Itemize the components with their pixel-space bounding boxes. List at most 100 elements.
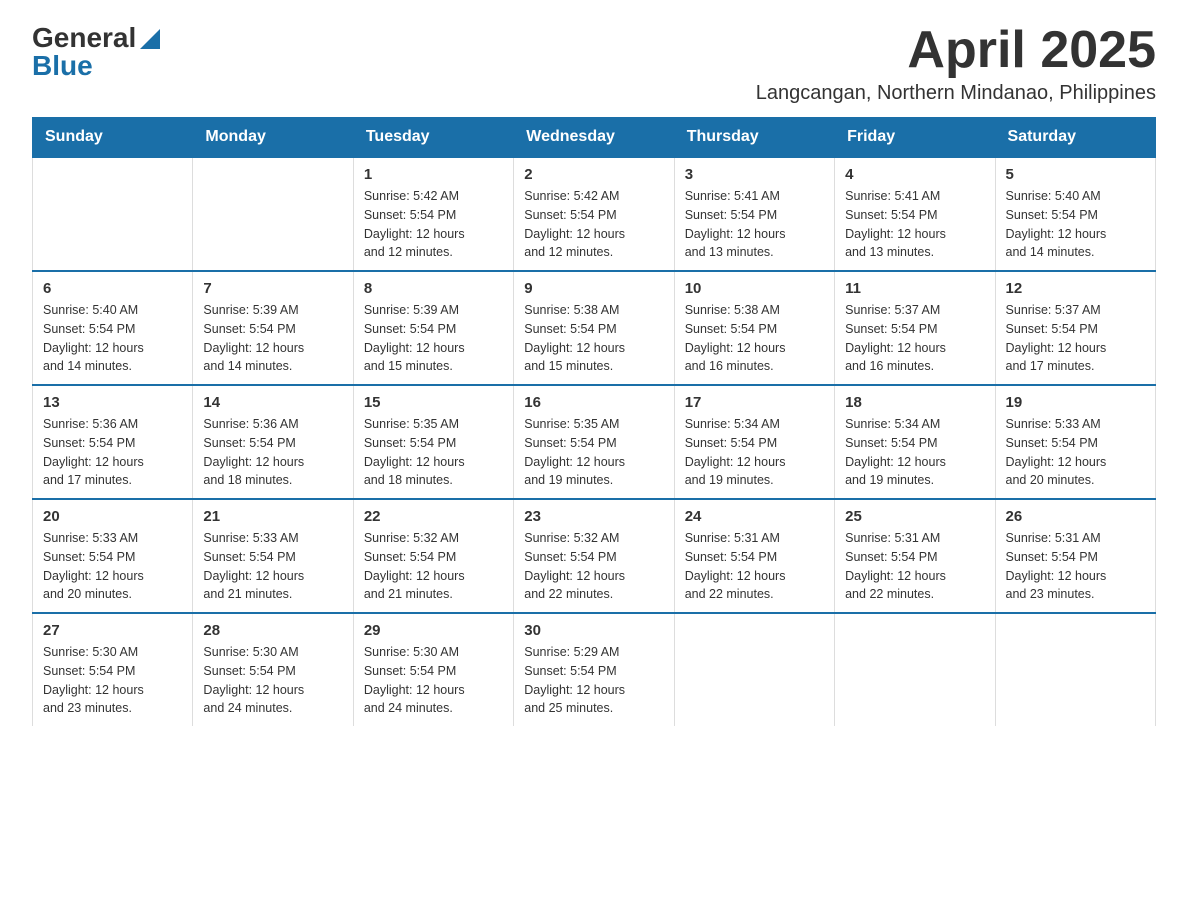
day-number: 20 xyxy=(43,508,182,525)
calendar-cell: 26 Sunrise: 5:31 AM Sunset: 5:54 PM Dayli… xyxy=(995,499,1155,613)
day-number: 1 xyxy=(364,166,503,183)
calendar-cell: 21 Sunrise: 5:33 AM Sunset: 5:54 PM Dayli… xyxy=(193,499,353,613)
day-info: Sunrise: 5:30 AM Sunset: 5:54 PM Dayligh… xyxy=(364,643,503,718)
title-area: April 2025 Langcangan, Northern Mindanao… xyxy=(756,24,1156,105)
day-info: Sunrise: 5:36 AM Sunset: 5:54 PM Dayligh… xyxy=(203,415,342,490)
day-number: 2 xyxy=(524,166,663,183)
day-number: 26 xyxy=(1006,508,1145,525)
calendar-cell: 16 Sunrise: 5:35 AM Sunset: 5:54 PM Dayli… xyxy=(514,385,674,499)
day-info: Sunrise: 5:39 AM Sunset: 5:54 PM Dayligh… xyxy=(203,301,342,376)
calendar-table: SundayMondayTuesdayWednesdayThursdayFrid… xyxy=(32,117,1156,726)
month-title: April 2025 xyxy=(756,24,1156,76)
day-number: 27 xyxy=(43,622,182,639)
day-info: Sunrise: 5:35 AM Sunset: 5:54 PM Dayligh… xyxy=(524,415,663,490)
header-day-thursday: Thursday xyxy=(674,118,834,158)
week-row-4: 20 Sunrise: 5:33 AM Sunset: 5:54 PM Dayli… xyxy=(33,499,1156,613)
week-row-1: 1 Sunrise: 5:42 AM Sunset: 5:54 PM Daylig… xyxy=(33,157,1156,271)
day-number: 17 xyxy=(685,394,824,411)
day-number: 16 xyxy=(524,394,663,411)
day-number: 21 xyxy=(203,508,342,525)
day-number: 23 xyxy=(524,508,663,525)
day-info: Sunrise: 5:29 AM Sunset: 5:54 PM Dayligh… xyxy=(524,643,663,718)
day-info: Sunrise: 5:31 AM Sunset: 5:54 PM Dayligh… xyxy=(1006,529,1145,604)
day-info: Sunrise: 5:31 AM Sunset: 5:54 PM Dayligh… xyxy=(685,529,824,604)
logo-blue-text: Blue xyxy=(32,52,93,80)
day-info: Sunrise: 5:41 AM Sunset: 5:54 PM Dayligh… xyxy=(845,187,984,262)
calendar-cell: 19 Sunrise: 5:33 AM Sunset: 5:54 PM Dayli… xyxy=(995,385,1155,499)
calendar-cell: 23 Sunrise: 5:32 AM Sunset: 5:54 PM Dayli… xyxy=(514,499,674,613)
day-info: Sunrise: 5:38 AM Sunset: 5:54 PM Dayligh… xyxy=(685,301,824,376)
week-row-5: 27 Sunrise: 5:30 AM Sunset: 5:54 PM Dayli… xyxy=(33,613,1156,726)
calendar-cell: 8Sunrise: 5:39 AM Sunset: 5:54 PM Daylig… xyxy=(353,271,513,385)
calendar-cell xyxy=(33,157,193,271)
day-number: 15 xyxy=(364,394,503,411)
day-info: Sunrise: 5:30 AM Sunset: 5:54 PM Dayligh… xyxy=(43,643,182,718)
day-number: 19 xyxy=(1006,394,1145,411)
calendar-cell: 27 Sunrise: 5:30 AM Sunset: 5:54 PM Dayli… xyxy=(33,613,193,726)
day-info: Sunrise: 5:36 AM Sunset: 5:54 PM Dayligh… xyxy=(43,415,182,490)
day-number: 14 xyxy=(203,394,342,411)
week-row-2: 6 Sunrise: 5:40 AM Sunset: 5:54 PM Daylig… xyxy=(33,271,1156,385)
day-info: Sunrise: 5:34 AM Sunset: 5:54 PM Dayligh… xyxy=(845,415,984,490)
day-number: 11 xyxy=(845,280,984,297)
calendar-cell: 1 Sunrise: 5:42 AM Sunset: 5:54 PM Daylig… xyxy=(353,157,513,271)
calendar-cell: 24Sunrise: 5:31 AM Sunset: 5:54 PM Dayli… xyxy=(674,499,834,613)
header-day-saturday: Saturday xyxy=(995,118,1155,158)
calendar-cell xyxy=(674,613,834,726)
calendar-cell: 12 Sunrise: 5:37 AM Sunset: 5:54 PM Dayli… xyxy=(995,271,1155,385)
day-info: Sunrise: 5:33 AM Sunset: 5:54 PM Dayligh… xyxy=(43,529,182,604)
day-number: 28 xyxy=(203,622,342,639)
page-header: General Blue April 2025 Langcangan, Nort… xyxy=(32,24,1156,105)
calendar-cell: 29 Sunrise: 5:30 AM Sunset: 5:54 PM Dayli… xyxy=(353,613,513,726)
calendar-cell: 15 Sunrise: 5:35 AM Sunset: 5:54 PM Dayli… xyxy=(353,385,513,499)
calendar-cell: 22 Sunrise: 5:32 AM Sunset: 5:54 PM Dayli… xyxy=(353,499,513,613)
day-info: Sunrise: 5:30 AM Sunset: 5:54 PM Dayligh… xyxy=(203,643,342,718)
calendar-cell: 28 Sunrise: 5:30 AM Sunset: 5:54 PM Dayli… xyxy=(193,613,353,726)
calendar-cell: 4Sunrise: 5:41 AM Sunset: 5:54 PM Daylig… xyxy=(835,157,995,271)
calendar-cell: 13Sunrise: 5:36 AM Sunset: 5:54 PM Dayli… xyxy=(33,385,193,499)
header-day-wednesday: Wednesday xyxy=(514,118,674,158)
day-info: Sunrise: 5:41 AM Sunset: 5:54 PM Dayligh… xyxy=(685,187,824,262)
week-row-3: 13Sunrise: 5:36 AM Sunset: 5:54 PM Dayli… xyxy=(33,385,1156,499)
calendar-cell xyxy=(995,613,1155,726)
header-day-tuesday: Tuesday xyxy=(353,118,513,158)
day-info: Sunrise: 5:33 AM Sunset: 5:54 PM Dayligh… xyxy=(203,529,342,604)
calendar-cell: 17 Sunrise: 5:34 AM Sunset: 5:54 PM Dayli… xyxy=(674,385,834,499)
day-number: 12 xyxy=(1006,280,1145,297)
day-info: Sunrise: 5:35 AM Sunset: 5:54 PM Dayligh… xyxy=(364,415,503,490)
day-number: 22 xyxy=(364,508,503,525)
header-day-sunday: Sunday xyxy=(33,118,193,158)
header-day-friday: Friday xyxy=(835,118,995,158)
day-number: 9 xyxy=(524,280,663,297)
calendar-cell: 3 Sunrise: 5:41 AM Sunset: 5:54 PM Daylig… xyxy=(674,157,834,271)
day-info: Sunrise: 5:42 AM Sunset: 5:54 PM Dayligh… xyxy=(524,187,663,262)
day-info: Sunrise: 5:37 AM Sunset: 5:54 PM Dayligh… xyxy=(845,301,984,376)
day-info: Sunrise: 5:37 AM Sunset: 5:54 PM Dayligh… xyxy=(1006,301,1145,376)
day-info: Sunrise: 5:42 AM Sunset: 5:54 PM Dayligh… xyxy=(364,187,503,262)
day-info: Sunrise: 5:40 AM Sunset: 5:54 PM Dayligh… xyxy=(43,301,182,376)
calendar-cell: 30Sunrise: 5:29 AM Sunset: 5:54 PM Dayli… xyxy=(514,613,674,726)
logo-general-text: General xyxy=(32,24,136,52)
day-info: Sunrise: 5:34 AM Sunset: 5:54 PM Dayligh… xyxy=(685,415,824,490)
day-number: 10 xyxy=(685,280,824,297)
calendar-cell: 11 Sunrise: 5:37 AM Sunset: 5:54 PM Dayli… xyxy=(835,271,995,385)
calendar-header: SundayMondayTuesdayWednesdayThursdayFrid… xyxy=(33,118,1156,158)
day-info: Sunrise: 5:32 AM Sunset: 5:54 PM Dayligh… xyxy=(524,529,663,604)
calendar-cell: 7Sunrise: 5:39 AM Sunset: 5:54 PM Daylig… xyxy=(193,271,353,385)
logo: General Blue xyxy=(32,24,160,80)
calendar-cell xyxy=(835,613,995,726)
calendar-cell: 9 Sunrise: 5:38 AM Sunset: 5:54 PM Daylig… xyxy=(514,271,674,385)
day-number: 8 xyxy=(364,280,503,297)
day-info: Sunrise: 5:33 AM Sunset: 5:54 PM Dayligh… xyxy=(1006,415,1145,490)
day-info: Sunrise: 5:38 AM Sunset: 5:54 PM Dayligh… xyxy=(524,301,663,376)
day-info: Sunrise: 5:40 AM Sunset: 5:54 PM Dayligh… xyxy=(1006,187,1145,262)
calendar-cell: 6 Sunrise: 5:40 AM Sunset: 5:54 PM Daylig… xyxy=(33,271,193,385)
day-number: 29 xyxy=(364,622,503,639)
calendar-cell: 5Sunrise: 5:40 AM Sunset: 5:54 PM Daylig… xyxy=(995,157,1155,271)
day-info: Sunrise: 5:32 AM Sunset: 5:54 PM Dayligh… xyxy=(364,529,503,604)
calendar-cell: 10 Sunrise: 5:38 AM Sunset: 5:54 PM Dayli… xyxy=(674,271,834,385)
calendar-cell: 14 Sunrise: 5:36 AM Sunset: 5:54 PM Dayli… xyxy=(193,385,353,499)
day-number: 6 xyxy=(43,280,182,297)
day-number: 3 xyxy=(685,166,824,183)
day-number: 25 xyxy=(845,508,984,525)
